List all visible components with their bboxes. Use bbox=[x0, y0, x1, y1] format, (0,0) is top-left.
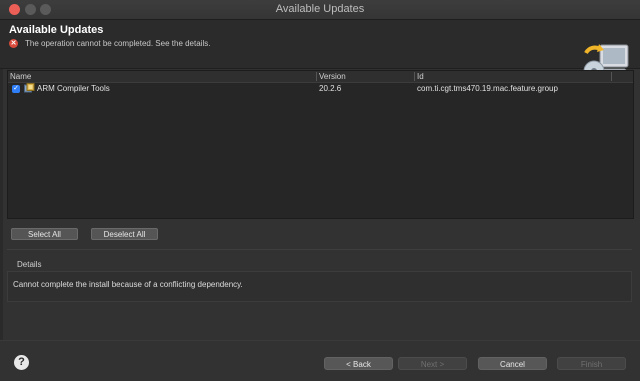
checkmark-icon: ✓ bbox=[13, 85, 19, 92]
column-divider[interactable] bbox=[414, 72, 415, 81]
error-message: The operation cannot be completed. See t… bbox=[25, 39, 211, 48]
cancel-button[interactable]: Cancel bbox=[478, 357, 547, 370]
details-text: Cannot complete the install because of a… bbox=[13, 280, 243, 289]
details-box: Cannot complete the install because of a… bbox=[7, 271, 632, 302]
dialog-header: Available Updates ✕ The operation cannot… bbox=[0, 20, 640, 82]
table-header: Name Version Id bbox=[8, 71, 633, 83]
feature-package-icon bbox=[24, 83, 35, 93]
table-row[interactable]: ✓ ARM Compiler Tools 20.2.6 com.ti.cgt.t… bbox=[8, 83, 633, 97]
help-icon[interactable]: ? bbox=[14, 355, 29, 370]
row-checkbox[interactable]: ✓ bbox=[12, 85, 20, 93]
divider bbox=[7, 249, 632, 250]
row-id: com.ti.cgt.tms470.19.mac.feature.group bbox=[417, 84, 558, 93]
back-button[interactable]: < Back bbox=[324, 357, 393, 370]
column-header-name[interactable]: Name bbox=[10, 72, 31, 82]
deselect-all-button[interactable]: Deselect All bbox=[91, 228, 158, 240]
footer-divider bbox=[0, 340, 640, 341]
column-divider[interactable] bbox=[316, 72, 317, 81]
column-header-id[interactable]: Id bbox=[417, 72, 424, 82]
select-all-button[interactable]: Select All bbox=[11, 228, 78, 240]
window-title: Available Updates bbox=[275, 3, 365, 15]
updates-table: Name Version Id ✓ ARM Compiler Tools 20.… bbox=[7, 70, 634, 219]
error-icon: ✕ bbox=[9, 39, 18, 48]
dialog-title: Available Updates bbox=[9, 24, 104, 36]
title-bar: Available Updates bbox=[0, 0, 640, 20]
column-header-version[interactable]: Version bbox=[319, 72, 346, 82]
next-button[interactable]: Next > bbox=[398, 357, 467, 370]
row-name: ARM Compiler Tools bbox=[37, 84, 110, 93]
finish-button[interactable]: Finish bbox=[557, 357, 626, 370]
column-divider[interactable] bbox=[611, 72, 612, 81]
row-version: 20.2.6 bbox=[319, 84, 342, 93]
details-label: Details bbox=[17, 260, 42, 269]
